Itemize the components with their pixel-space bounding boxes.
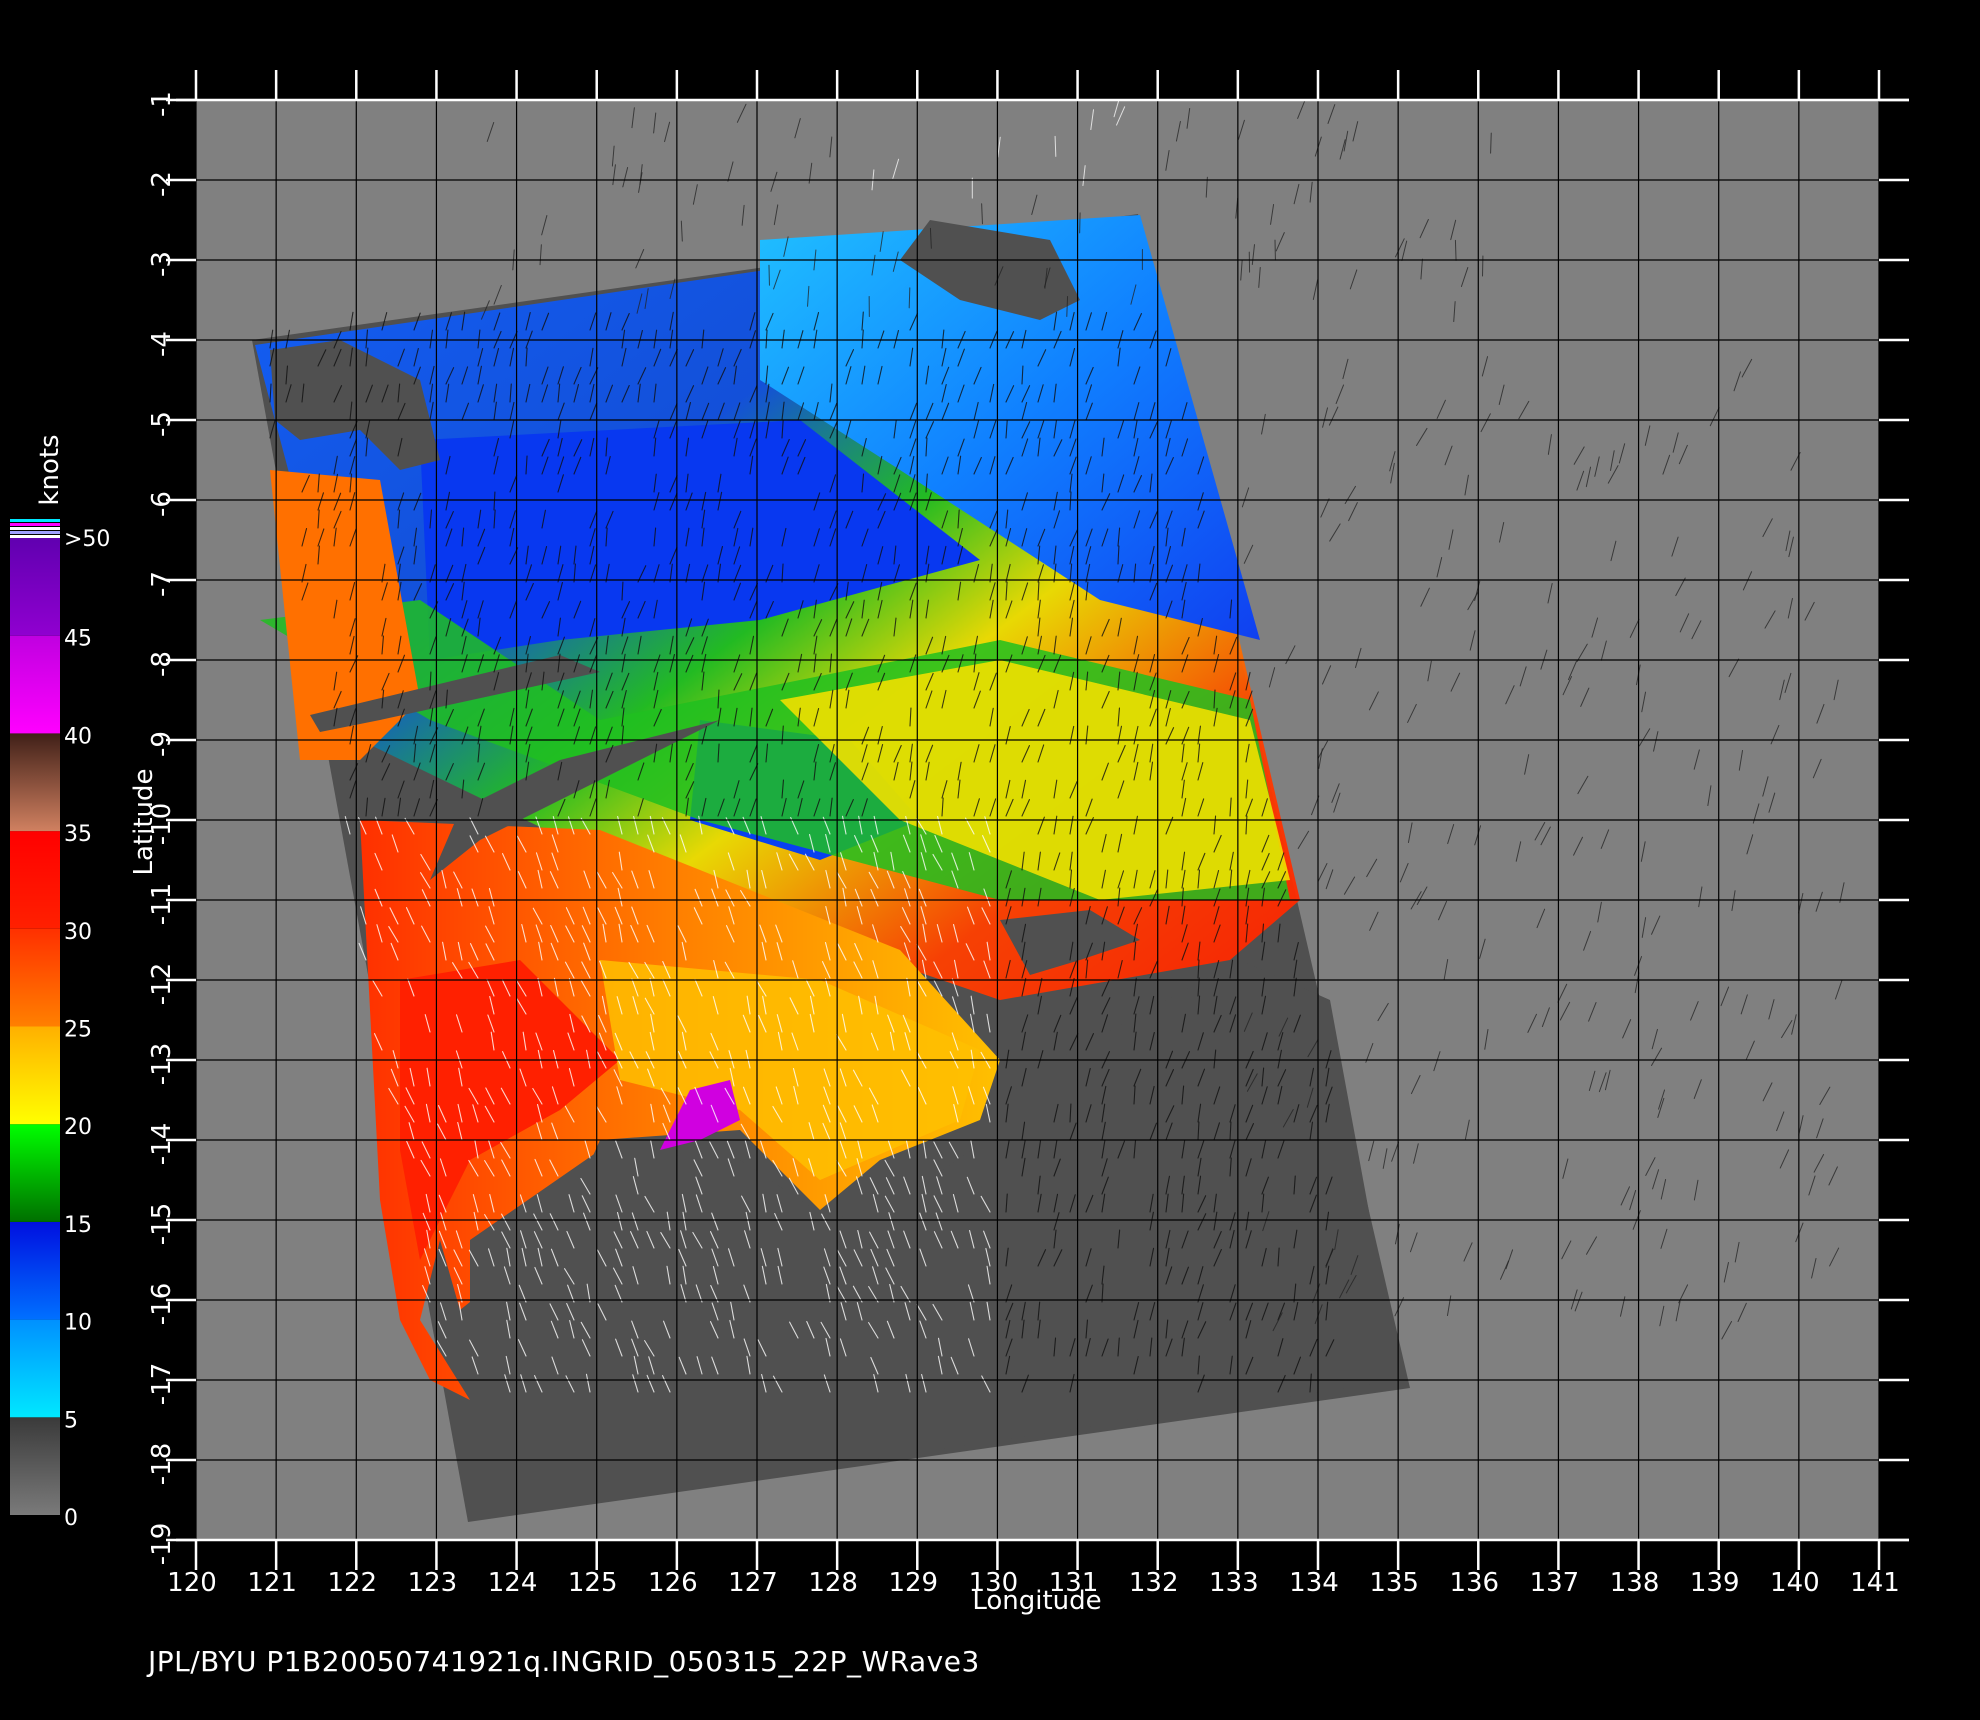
wind-barb	[1454, 239, 1457, 261]
colorbar: knots 0 5 10 15 20 25 30 35 40 45 >50	[10, 434, 110, 1531]
latitude-tick-label: -17	[147, 1363, 177, 1405]
latitude-tick-label: -14	[147, 1123, 177, 1165]
longitude-tick-label: 123	[408, 1568, 458, 1598]
colorbar-segments	[10, 538, 60, 1515]
latitude-tick-label: -19	[147, 1523, 177, 1565]
longitude-tick-label: 129	[888, 1568, 938, 1598]
latitude-tick-label: -16	[147, 1283, 177, 1325]
colorbar-segment	[10, 831, 60, 929]
colorbar-segment	[10, 928, 60, 1027]
colorbar-label: 5	[64, 1408, 78, 1433]
latitude-tick-label: -6	[147, 491, 177, 517]
longitude-tick-label: 127	[728, 1568, 778, 1598]
longitude-tick-label: 141	[1850, 1568, 1900, 1598]
latitude-tick-label: -5	[147, 411, 177, 437]
wind-barb	[908, 287, 911, 309]
longitude-tick-label: 128	[808, 1568, 858, 1598]
y-axis-title: Latitude	[129, 768, 159, 875]
longitude-tick-label: 125	[568, 1568, 618, 1598]
latitude-tick-label: -15	[147, 1203, 177, 1245]
longitude-tick-label: 132	[1129, 1568, 1179, 1598]
colorbar-segment	[10, 538, 60, 636]
colorbar-label: >50	[64, 527, 110, 552]
footer-caption: JPL/BYU P1B20050741921q.INGRID_050315_22…	[148, 1645, 980, 1678]
longitude-tick-label: 138	[1610, 1568, 1660, 1598]
longitude-tick-label: 136	[1449, 1568, 1499, 1598]
longitude-tick-label: 121	[247, 1568, 297, 1598]
longitude-tick-label: 122	[327, 1568, 377, 1598]
longitude-tick-label: 139	[1690, 1568, 1740, 1598]
wind-map: 120 121 122 123 124 125 126 127 128 129 130 131 132 1…	[10, 70, 1909, 1616]
colorbar-segment	[10, 635, 60, 734]
latitude-tick-label: -2	[147, 171, 177, 197]
longitude-tick-label: 137	[1530, 1568, 1580, 1598]
longitude-tick-label: 120	[167, 1568, 217, 1598]
colorbar-top-stripes	[10, 519, 60, 538]
latitude-tick-label: -12	[147, 963, 177, 1005]
colorbar-label: 10	[64, 1311, 92, 1336]
colorbar-segment	[10, 1026, 60, 1125]
longitude-tick-label: 124	[488, 1568, 538, 1598]
colorbar-label: 15	[64, 1213, 92, 1238]
colorbar-label: 30	[64, 920, 92, 945]
colorbar-segment	[10, 1221, 60, 1320]
colorbar-label: 40	[64, 724, 92, 749]
latitude-tick-label: -4	[147, 331, 177, 357]
latitude-tick-label: -13	[147, 1043, 177, 1085]
colorbar-label: 35	[64, 822, 92, 847]
colorbar-segment	[10, 733, 60, 832]
latitude-tick-label: -9	[147, 731, 177, 757]
latitude-tick-label: -18	[147, 1443, 177, 1485]
latitude-tick-label: -3	[147, 251, 177, 277]
longitude-tick-label: 134	[1289, 1568, 1339, 1598]
latitude-tick-label: -7	[147, 571, 177, 597]
x-axis-title: Longitude	[972, 1586, 1101, 1616]
longitude-tick-label: 133	[1209, 1568, 1259, 1598]
colorbar-segment	[10, 1417, 60, 1515]
colorbar-segment	[10, 1124, 60, 1222]
longitude-tick-label: 140	[1770, 1568, 1820, 1598]
colorbar-label: 25	[64, 1018, 92, 1043]
longitude-tick-label: 126	[648, 1568, 698, 1598]
latitude-tick-label: -11	[147, 883, 177, 925]
colorbar-label: 45	[64, 627, 92, 652]
colorbar-labels: 0 5 10 15 20 25 30 35 40 45 >50	[64, 527, 110, 1531]
latitude-tick-label: -8	[147, 651, 177, 677]
longitude-tick-label: 135	[1369, 1568, 1419, 1598]
colorbar-segment	[10, 1319, 60, 1418]
latitude-tick-label: -1	[147, 91, 177, 117]
colorbar-unit: knots	[35, 434, 65, 505]
colorbar-label: 0	[64, 1506, 78, 1531]
wind-barb	[1490, 132, 1492, 154]
colorbar-label: 20	[64, 1115, 92, 1140]
